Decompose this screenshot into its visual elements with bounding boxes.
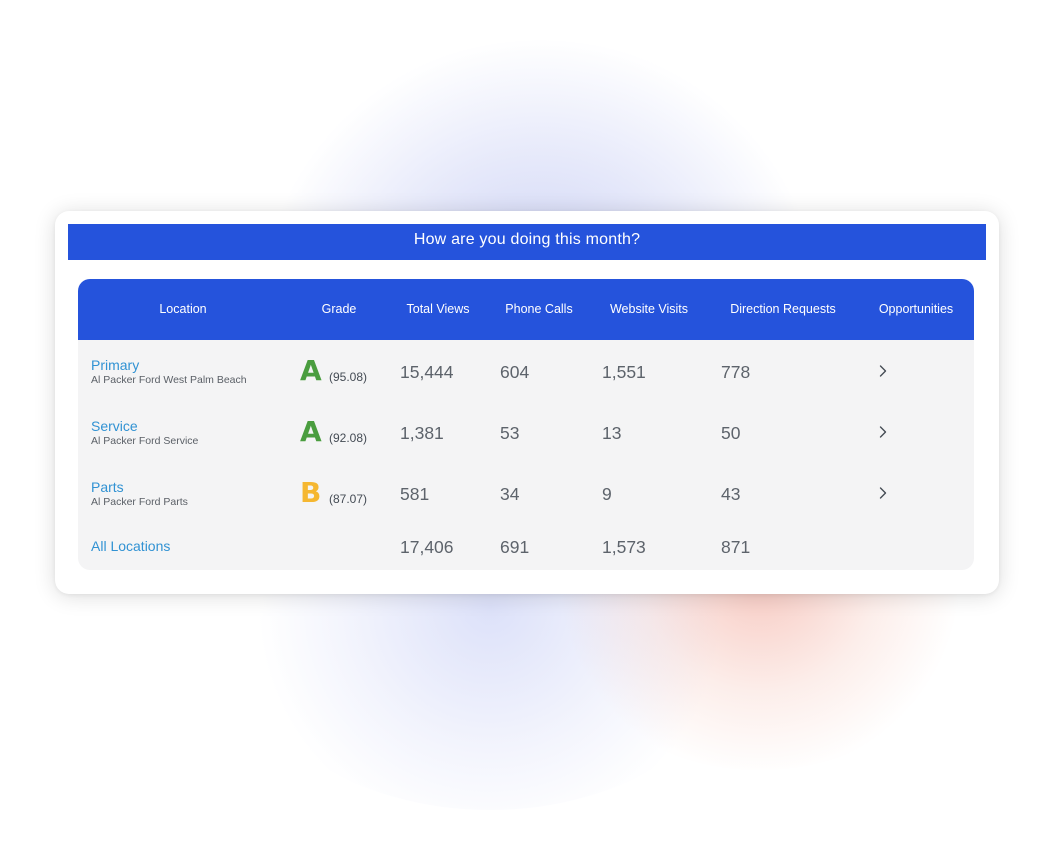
header-direction-requests: Direction Requests	[730, 302, 836, 316]
phone-calls-value: 604	[500, 362, 530, 382]
total-views-value: 581	[400, 484, 430, 504]
grade-letter: A	[300, 354, 322, 387]
grade-score: (92.08)	[329, 431, 368, 445]
location-subtitle: Al Packer Ford West Palm Beach	[91, 374, 247, 386]
grade-letter: B	[300, 476, 322, 509]
direction-requests-sum: 871	[721, 537, 751, 557]
total-views-sum: 17,406	[400, 537, 454, 557]
month-banner: How are you doing this month?	[68, 224, 986, 260]
header-phone-calls: Phone Calls	[505, 302, 573, 316]
total-views-value: 1,381	[400, 423, 444, 443]
header-total-views: Total Views	[406, 302, 470, 316]
website-visits-sum: 1,573	[602, 537, 646, 557]
header-website-visits: Website Visits	[609, 302, 689, 316]
direction-requests-value: 778	[721, 362, 751, 382]
direction-requests-value: 50	[721, 423, 741, 443]
location-subtitle: Al Packer Ford Parts	[91, 496, 188, 508]
phone-calls-value: 34	[500, 484, 520, 504]
location-subtitle: Al Packer Ford Service	[91, 435, 199, 447]
table-header: Location Grade Total Views Phone Calls W…	[78, 279, 974, 340]
website-visits-value: 13	[602, 423, 622, 443]
location-link-service[interactable]: Service	[91, 418, 138, 434]
website-visits-value: 1,551	[602, 362, 646, 382]
performance-card: How are you doing this month? Location G…	[55, 211, 999, 594]
locations-table: Location Grade Total Views Phone Calls W…	[78, 279, 974, 570]
header-grade: Grade	[321, 302, 357, 316]
location-link-primary[interactable]: Primary	[91, 357, 139, 373]
total-views-value: 15,444	[400, 362, 454, 382]
header-location: Location	[159, 302, 207, 316]
grade-score: (95.08)	[329, 370, 368, 384]
phone-calls-value: 53	[500, 423, 520, 443]
grade-letter: A	[300, 415, 322, 448]
chevron-right-icon[interactable]	[876, 425, 890, 439]
header-opportunities: Opportunities	[878, 302, 954, 316]
chevron-right-icon[interactable]	[876, 486, 890, 500]
phone-calls-sum: 691	[500, 537, 530, 557]
location-link-parts[interactable]: Parts	[91, 479, 124, 495]
all-locations-link[interactable]: All Locations	[91, 538, 170, 554]
website-visits-value: 9	[602, 484, 612, 504]
grade-score: (87.07)	[329, 492, 368, 506]
direction-requests-value: 43	[721, 484, 741, 504]
chevron-right-icon[interactable]	[876, 364, 890, 378]
